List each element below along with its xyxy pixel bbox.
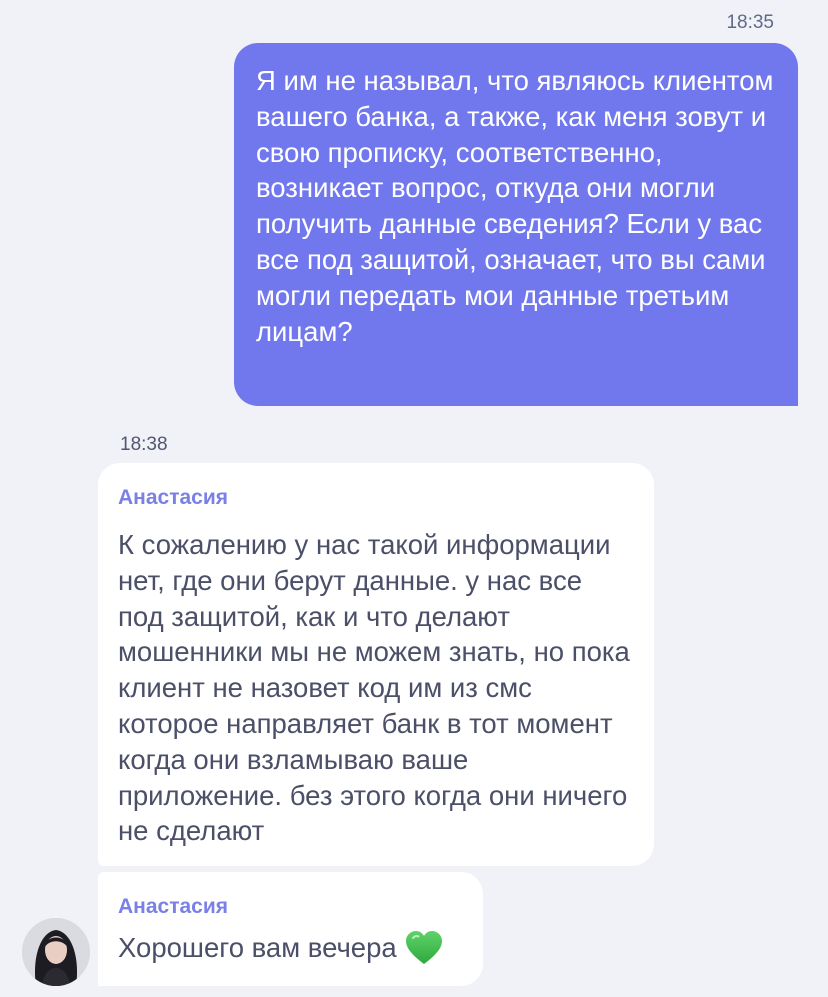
incoming-message-text: Хорошего вам вечера xyxy=(118,932,397,964)
sender-name: Анастасия xyxy=(118,895,229,918)
incoming-message-content: Хорошего вам вечера xyxy=(118,930,463,966)
sender-name: Анастасия xyxy=(118,486,229,509)
outgoing-message-time: 18:35 xyxy=(726,12,774,33)
incoming-message-text: К сожалению у нас такой информации нет, … xyxy=(118,529,630,847)
incoming-message-time: 18:38 xyxy=(120,434,168,455)
incoming-message-bubble[interactable]: Анастасия Хорошего вам вечера xyxy=(98,872,483,986)
green-heart-icon xyxy=(405,930,443,966)
outgoing-message-bubble[interactable]: Я им не называл, что являюсь клиентом ва… xyxy=(234,43,798,406)
incoming-message-bubble[interactable]: Анастасия К сожалению у нас такой информ… xyxy=(98,463,654,866)
avatar[interactable] xyxy=(22,918,90,986)
outgoing-message-text: Я им не называл, что являюсь клиентом ва… xyxy=(256,65,774,347)
